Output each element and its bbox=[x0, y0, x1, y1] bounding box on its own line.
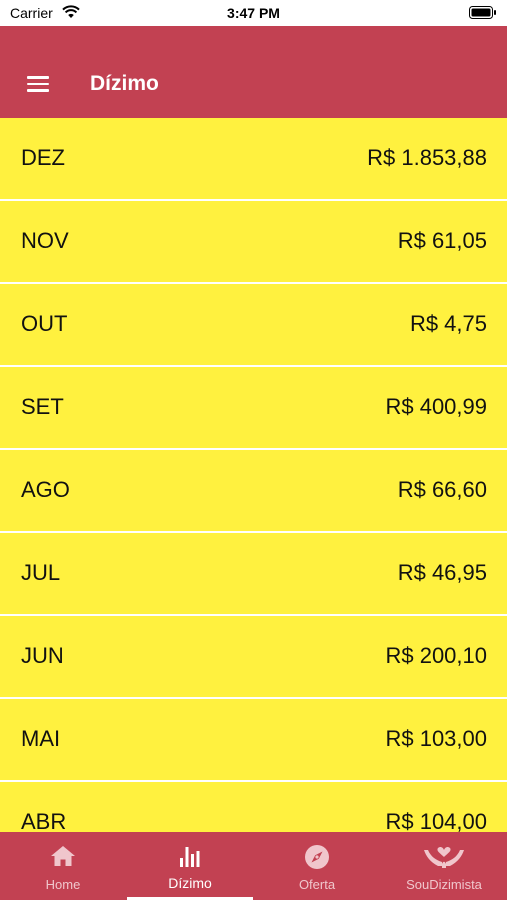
tab-oferta[interactable]: Oferta bbox=[254, 832, 380, 900]
list-item[interactable]: NOV R$ 61,05 bbox=[0, 201, 507, 282]
bar-chart-icon bbox=[127, 844, 253, 870]
month-label: ABR bbox=[21, 809, 67, 832]
page-title: Dízimo bbox=[90, 72, 159, 95]
battery-icon bbox=[469, 6, 497, 24]
amount-value: R$ 4,75 bbox=[409, 311, 487, 336]
amount-value: R$ 200,10 bbox=[385, 643, 487, 668]
tab-soudizimista[interactable]: SouDizimista bbox=[381, 832, 507, 900]
status-time: 3:47 PM bbox=[227, 5, 280, 21]
list-item[interactable]: MAI R$ 103,00 bbox=[0, 699, 507, 780]
month-label: AGO bbox=[21, 477, 70, 502]
amount-value: R$ 103,00 bbox=[385, 726, 487, 751]
amount-value: R$ 46,95 bbox=[397, 560, 487, 585]
list-item[interactable]: OUT R$ 4,75 bbox=[0, 284, 507, 365]
month-label: OUT bbox=[21, 311, 68, 336]
home-icon bbox=[0, 844, 126, 870]
list-item[interactable]: AGO R$ 66,60 bbox=[0, 450, 507, 531]
bottom-tab-bar: Home Dízimo Oferta SouDizimista bbox=[0, 832, 507, 900]
month-label: NOV bbox=[21, 228, 69, 253]
month-label: JUN bbox=[21, 643, 64, 668]
menu-button[interactable] bbox=[27, 74, 53, 94]
month-label: SET bbox=[21, 394, 64, 419]
month-label: JUL bbox=[21, 560, 61, 585]
list-item[interactable]: ABR R$ 104,00 bbox=[0, 782, 507, 832]
tithe-list[interactable]: DEZ R$ 1.853,88 NOV R$ 61,05 OUT R$ 4,75… bbox=[0, 118, 507, 832]
tab-label: SouDizimista bbox=[406, 877, 482, 892]
app-bar: Dízimo bbox=[0, 26, 507, 118]
amount-value: R$ 400,99 bbox=[385, 394, 487, 419]
tab-home[interactable]: Home bbox=[0, 832, 126, 900]
compass-icon bbox=[254, 844, 380, 870]
list-item[interactable]: DEZ R$ 1.853,88 bbox=[0, 118, 507, 199]
month-label: MAI bbox=[21, 726, 61, 751]
tab-label: Oferta bbox=[298, 877, 336, 892]
amount-value: R$ 61,05 bbox=[397, 228, 487, 253]
hands-heart-icon bbox=[381, 844, 507, 870]
amount-value: R$ 104,00 bbox=[385, 809, 487, 832]
amount-value: R$ 1.853,88 bbox=[367, 145, 487, 170]
list-item[interactable]: JUL R$ 46,95 bbox=[0, 533, 507, 614]
list-item[interactable]: SET R$ 400,99 bbox=[0, 367, 507, 448]
list-item[interactable]: JUN R$ 200,10 bbox=[0, 616, 507, 697]
amount-value: R$ 66,60 bbox=[397, 477, 487, 502]
status-bar: Carrier 3:47 PM bbox=[0, 0, 507, 26]
tab-label: Dízimo bbox=[168, 875, 212, 891]
tab-dizimo[interactable]: Dízimo bbox=[127, 832, 253, 900]
month-label: DEZ bbox=[21, 145, 65, 170]
tab-label: Home bbox=[45, 877, 81, 892]
